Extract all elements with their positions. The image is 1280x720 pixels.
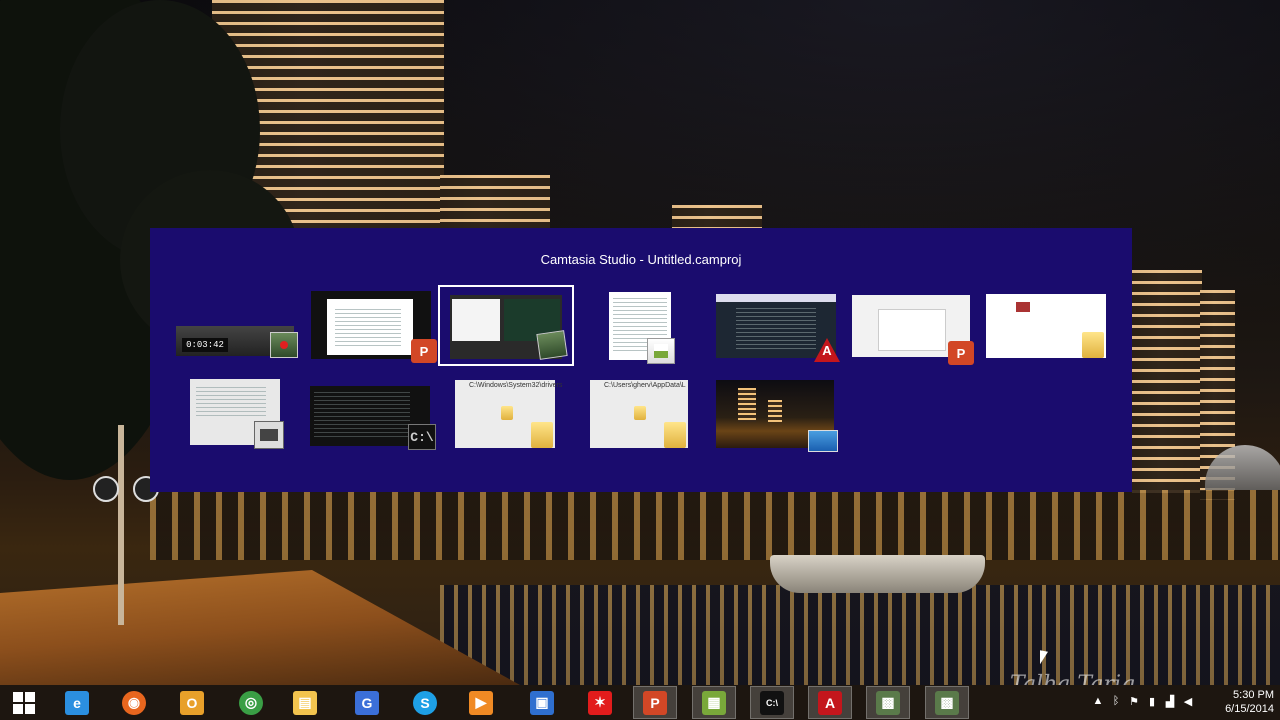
thumb-camtasia-studio-editor[interactable]	[438, 285, 574, 366]
file-explorer-icon: ▤	[293, 690, 317, 715]
folder-icon	[501, 406, 513, 420]
firefox-icon: ◉	[122, 690, 146, 715]
system-tray: ▲ ᛒ ⚑ ▮ ▟ ◀ 5:30 PM 6/15/2014	[1080, 685, 1280, 720]
power-icon[interactable]: ▮	[1146, 695, 1158, 709]
volume-icon[interactable]: ◀	[1182, 695, 1194, 709]
taskbar: e ◉ O ◎ ▤ G S ▶ ▣ ✶ P ▦ C:\ A ▩ ▩ ▲ ᛒ ⚑ ▮ ▟ ◀ 5:30 PM 6…	[0, 685, 1280, 720]
media-player-icon: ▶	[469, 690, 493, 715]
command-prompt-badge-icon: C:\	[408, 424, 436, 450]
thumb-desktop-wallpaper[interactable]	[716, 380, 838, 452]
camtasia-studio-icon: ▩	[876, 690, 900, 715]
taskbar-button-media-player[interactable]: ▶	[459, 686, 503, 719]
water-reflection	[440, 585, 1280, 685]
taskbar-button-camtasia-recorder[interactable]: ▩	[925, 686, 969, 719]
taskbar-button-red-app[interactable]: ✶	[578, 686, 622, 719]
taskbar-button-app-g[interactable]: G	[345, 686, 389, 719]
watermark-signature: Talha Tariq	[1010, 672, 1136, 685]
clock[interactable]: 5:30 PM 6/15/2014	[1225, 688, 1274, 716]
project-icon: ▦	[702, 690, 726, 715]
taskbar-button-skype[interactable]: S	[403, 686, 447, 719]
camtasia-recorder-icon: ▩	[935, 690, 959, 715]
internet-explorer-icon: e	[65, 690, 89, 715]
yacht	[770, 555, 985, 593]
thumb-remote-terminal-window[interactable]	[190, 379, 284, 449]
taskbar-button-internet-explorer[interactable]: e	[55, 686, 99, 719]
bike-sign-icon	[93, 476, 119, 502]
thumb-powerpoint-presentation[interactable]: P	[852, 295, 974, 365]
powerpoint-badge-icon: P	[411, 339, 437, 363]
chrome-icon: ◎	[239, 690, 263, 715]
powerpoint-icon: P	[643, 690, 667, 715]
autocad-icon: A	[818, 690, 842, 715]
taskbar-button-file-explorer[interactable]: ▤	[283, 686, 327, 719]
clock-time: 5:30 PM	[1233, 689, 1274, 701]
camtasia-recorder-badge-icon	[270, 332, 298, 358]
taskbar-button-chrome[interactable]: ◎	[229, 686, 273, 719]
taskbar-button-firefox[interactable]: ◉	[112, 686, 156, 719]
desktop-badge-icon	[808, 430, 838, 452]
recording-timer: 0:03:42	[182, 338, 228, 352]
building	[440, 175, 550, 235]
taskbar-button-camtasia-studio[interactable]: ▩	[866, 686, 910, 719]
camtasia-studio-badge-icon	[536, 330, 568, 360]
window-path: C:\Windows\System32\drivers	[469, 382, 563, 389]
thumb-explorer-appdata[interactable]: C:\Users\gherv\AppData\L	[590, 380, 690, 450]
mouse-cursor-icon	[1040, 650, 1048, 666]
clock-date: 6/15/2014	[1225, 703, 1274, 715]
window-path: C:\Users\gherv\AppData\L	[604, 382, 686, 389]
thumb-camtasia-recorder[interactable]: 0:03:42	[176, 326, 298, 360]
harbour-lights	[150, 490, 1280, 560]
thumb-file-explorer-window[interactable]	[986, 294, 1108, 360]
action-center-flag-icon[interactable]: ⚑	[1128, 695, 1140, 709]
switcher-title: Camtasia Studio - Untitled.camproj	[540, 252, 742, 267]
skype-icon: S	[413, 690, 437, 715]
terminal-badge-icon	[254, 421, 284, 449]
taskbar-button-powerpoint[interactable]: P	[633, 686, 677, 719]
red-app-icon: ✶	[588, 690, 612, 715]
folder-icon	[531, 422, 553, 448]
taskbar-button-autocad[interactable]: A	[808, 686, 852, 719]
network-icon[interactable]: ▟	[1164, 695, 1176, 709]
lamp-post	[118, 425, 124, 625]
command-prompt-icon: C:\	[760, 690, 784, 715]
thumb-project-window[interactable]	[609, 292, 675, 364]
taskbar-button-remote-desktop[interactable]: ▣	[520, 686, 564, 719]
task-switcher: Camtasia Studio - Untitled.camproj 0:03:…	[150, 228, 1132, 492]
folder-icon	[634, 406, 646, 420]
powerpoint-badge-icon: P	[948, 341, 974, 365]
project-badge-icon	[647, 338, 675, 364]
windows-logo-icon	[13, 691, 35, 714]
folder-icon	[1082, 332, 1104, 358]
thumb-autocad-drawing[interactable]: A	[716, 294, 840, 362]
taskbar-button-outlook[interactable]: O	[170, 686, 214, 719]
building	[1132, 270, 1202, 500]
app-g-icon: G	[355, 690, 379, 715]
show-hidden-icons-icon[interactable]: ▲	[1092, 695, 1104, 709]
outlook-icon: O	[180, 690, 204, 715]
taskbar-button-command-prompt[interactable]: C:\	[750, 686, 794, 719]
bluetooth-icon[interactable]: ᛒ	[1110, 695, 1122, 709]
folder-icon	[664, 422, 686, 448]
thumb-powerpoint-slides[interactable]: P	[311, 291, 437, 363]
thumb-explorer-drivers[interactable]: C:\Windows\System32\drivers	[455, 380, 562, 450]
start-button[interactable]	[2, 686, 46, 719]
remote-desktop-icon: ▣	[530, 690, 554, 715]
taskbar-button-project[interactable]: ▦	[692, 686, 736, 719]
thumb-command-prompt-window[interactable]: C:\	[310, 386, 436, 450]
